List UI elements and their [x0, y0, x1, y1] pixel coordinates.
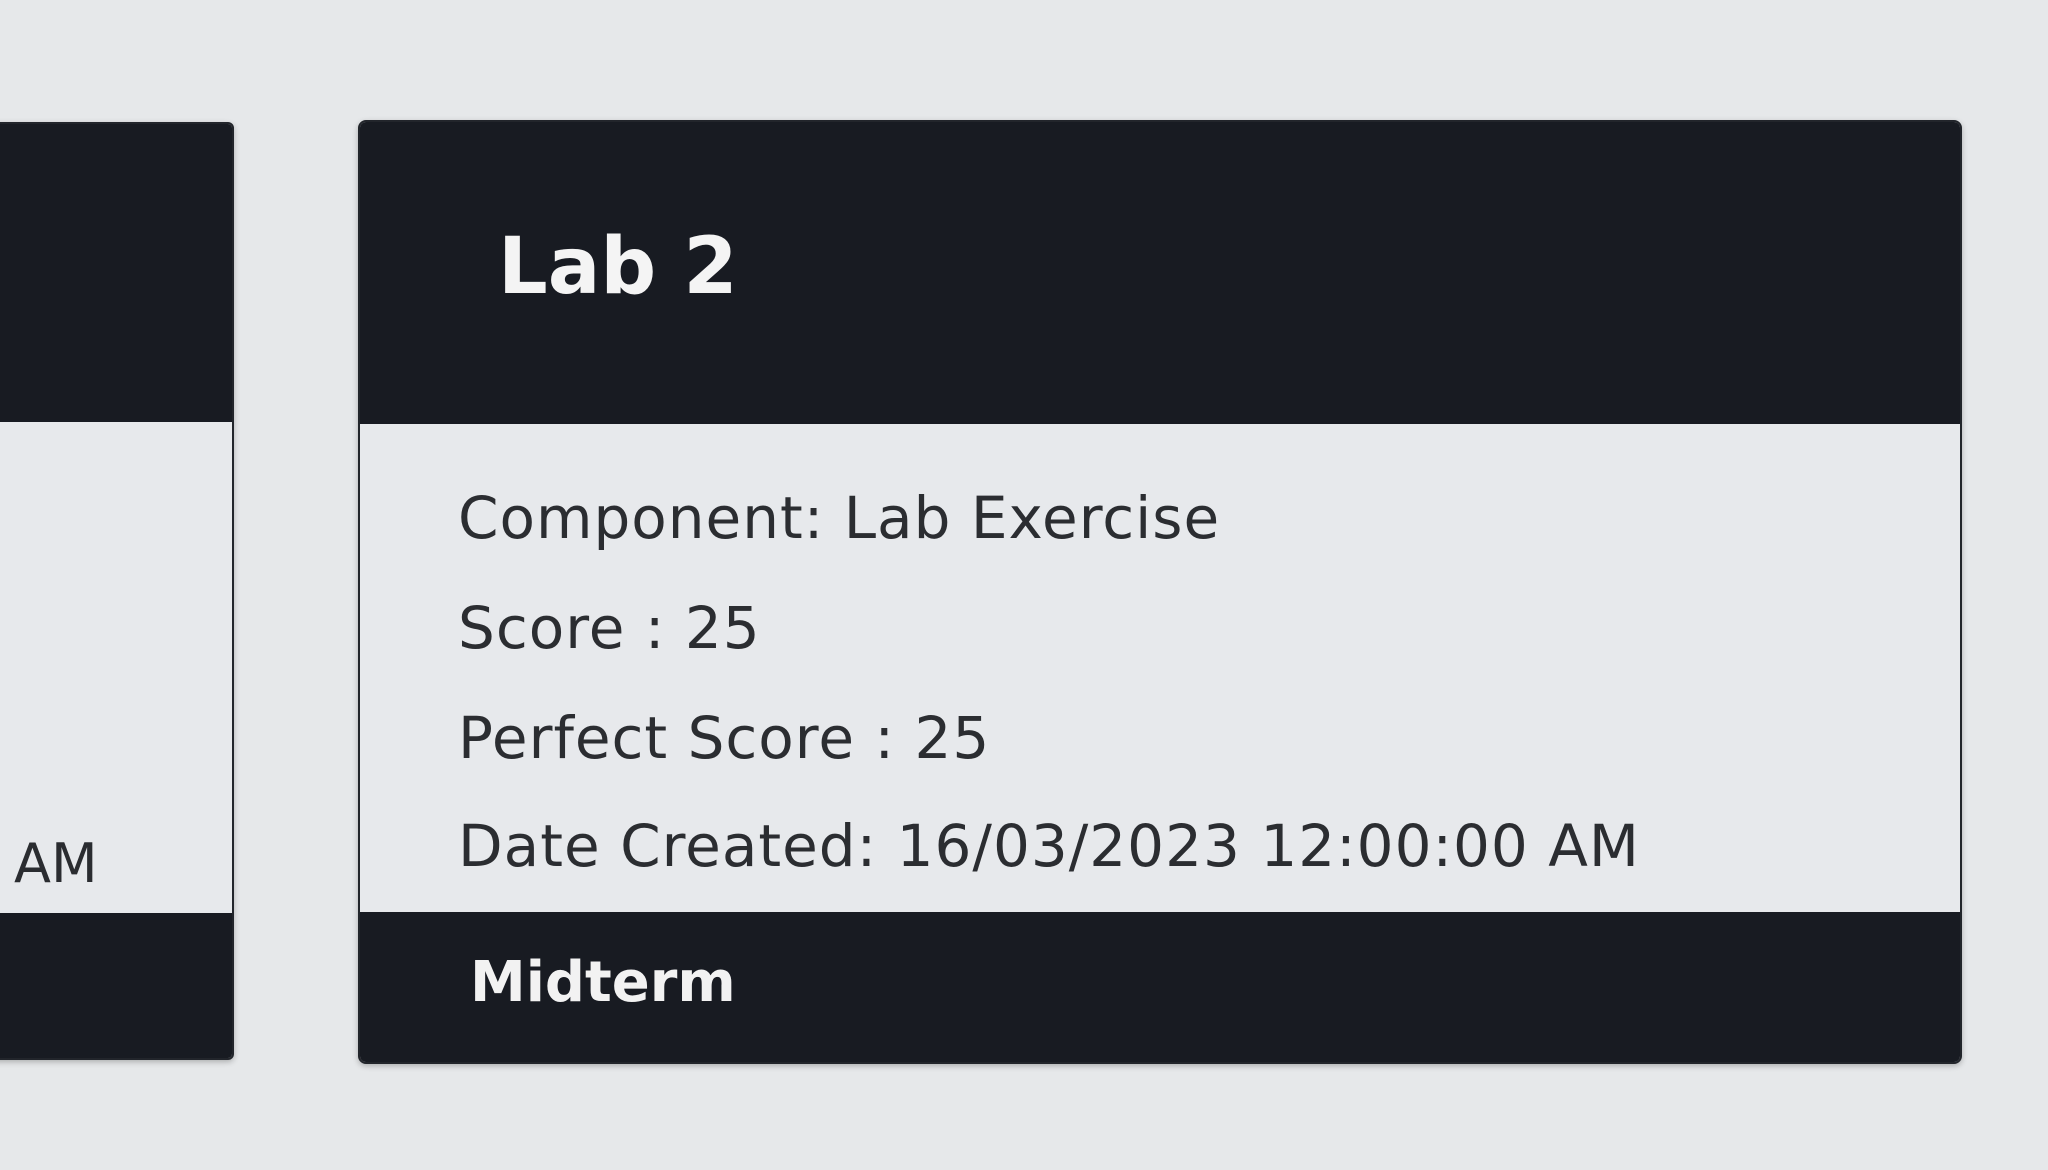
previous-card-body: AM	[0, 422, 232, 913]
term-label: Midterm	[470, 950, 736, 1015]
component-row: Component: Lab Exercise	[458, 484, 1220, 552]
date-created-row: Date Created: 16/03/2023 12:00:00 AM	[458, 812, 1640, 880]
previous-card-footer	[0, 913, 232, 1058]
date-created-label: Date Created:	[458, 812, 878, 880]
component-value: Lab Exercise	[843, 484, 1221, 552]
perfect-score-label: Perfect Score :	[458, 704, 896, 772]
previous-card-header	[0, 124, 232, 422]
score-row: Score : 25	[458, 594, 761, 662]
grade-card[interactable]: Lab 2 Component: Lab Exercise Score : 25…	[358, 120, 1962, 1064]
grade-card-title: Lab 2	[498, 222, 738, 312]
date-created-value: 16/03/2023 12:00:00 AM	[896, 812, 1640, 880]
grade-card-header: Lab 2	[360, 122, 1960, 424]
score-value: 25	[684, 594, 761, 662]
grade-card-footer: Midterm	[360, 912, 1960, 1062]
previous-grade-card[interactable]: AM	[0, 122, 234, 1060]
score-label: Score :	[458, 594, 666, 662]
perfect-score-value: 25	[914, 704, 991, 772]
grade-card-body: Component: Lab Exercise Score : 25 Perfe…	[360, 424, 1960, 912]
previous-card-date-suffix: AM	[14, 832, 98, 895]
component-label: Component:	[458, 484, 825, 552]
perfect-score-row: Perfect Score : 25	[458, 704, 990, 772]
